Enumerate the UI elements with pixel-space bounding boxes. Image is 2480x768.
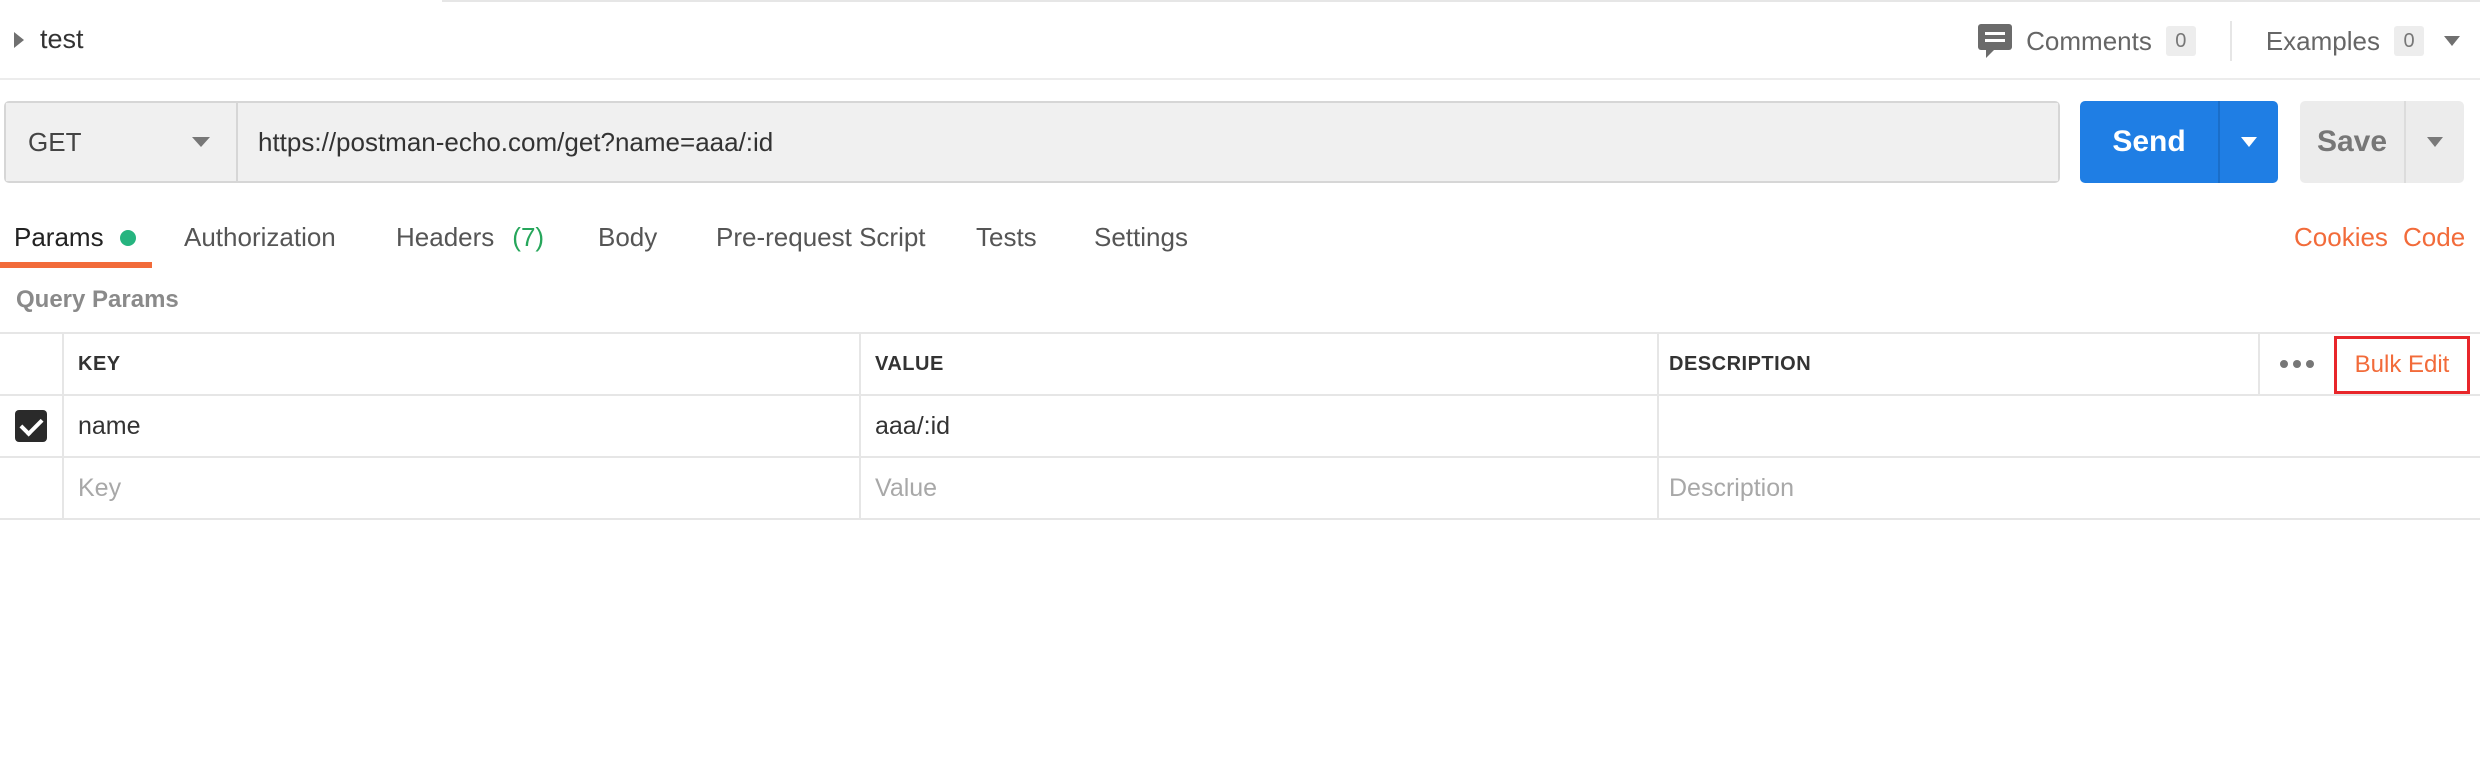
request-tabs: Params Authorization Headers (7) Body Pr…	[0, 212, 2480, 268]
save-group: Save	[2300, 101, 2464, 183]
tab-label: Settings	[1094, 222, 1188, 252]
send-options-button[interactable]	[2218, 101, 2278, 183]
key-column-header: KEY	[64, 334, 861, 394]
request-name[interactable]: test	[14, 24, 84, 55]
save-button[interactable]: Save	[2300, 101, 2404, 183]
bulk-edit-button[interactable]: Bulk Edit	[2334, 336, 2470, 394]
query-params-table: KEY VALUE DESCRIPTION Bulk Edit name aaa…	[0, 332, 2480, 520]
examples-count-badge: 0	[2394, 26, 2424, 56]
description-column-header: DESCRIPTION	[1669, 352, 1812, 375]
more-dot-icon	[2293, 360, 2301, 368]
send-button[interactable]: Send	[2080, 101, 2218, 183]
param-value-cell[interactable]: aaa/:id	[861, 396, 1659, 456]
tab-headers[interactable]: Headers (7)	[396, 222, 544, 253]
comments-button[interactable]: Comments 0	[1978, 21, 2232, 61]
examples-label: Examples	[2265, 25, 2380, 56]
caret-right-icon[interactable]	[14, 31, 24, 48]
request-builder: test Comments 0 Examples 0 GET Send	[0, 0, 2480, 768]
comments-label: Comments	[2026, 25, 2152, 56]
more-dot-icon	[2306, 360, 2314, 368]
examples-button[interactable]: Examples 0	[2232, 21, 2460, 61]
more-options-button[interactable]	[2258, 334, 2334, 394]
new-description-input[interactable]: Description	[1659, 458, 2480, 518]
table-row: name aaa/:id	[0, 396, 2480, 458]
checkbox-checked[interactable]	[15, 410, 47, 442]
method-label: GET	[28, 126, 82, 157]
headers-count: (7)	[512, 222, 545, 252]
comments-count-badge: 0	[2165, 26, 2196, 56]
tab-label: Pre-request Script	[716, 222, 926, 252]
tab-label: Params	[14, 222, 104, 252]
header-check-cell	[0, 334, 64, 394]
send-group: Send	[2080, 101, 2278, 183]
tab-body[interactable]: Body	[598, 222, 657, 253]
tab-label: Tests	[976, 222, 1037, 252]
tab-authorization[interactable]: Authorization	[184, 222, 336, 253]
more-dot-icon	[2280, 360, 2288, 368]
status-dot-icon	[119, 229, 136, 246]
url-row: GET Send Save	[4, 101, 2464, 183]
param-description-cell[interactable]	[1659, 396, 2480, 456]
tab-label: Headers	[396, 222, 495, 252]
row-check-cell	[0, 396, 64, 456]
tab-label: Body	[598, 222, 658, 252]
tab-settings[interactable]: Settings	[1094, 222, 1188, 253]
comment-icon	[1978, 24, 2013, 58]
url-input[interactable]	[238, 103, 2058, 181]
new-key-input[interactable]: Key	[64, 458, 861, 518]
request-header: test Comments 0 Examples 0	[0, 0, 2480, 80]
chevron-down-icon	[2427, 137, 2443, 147]
url-bar: GET	[4, 101, 2060, 183]
table-row-new: Key Value Description	[0, 458, 2480, 520]
tab-label: Authorization	[184, 222, 336, 252]
header-actions: Comments 0 Examples 0	[1978, 20, 2460, 62]
tab-params[interactable]: Params	[14, 222, 136, 253]
param-key-cell[interactable]: name	[64, 396, 861, 456]
method-select[interactable]: GET	[6, 103, 238, 181]
new-value-input[interactable]: Value	[861, 458, 1659, 518]
code-link[interactable]: Code	[2403, 222, 2465, 253]
chevron-down-icon	[192, 137, 210, 147]
save-options-button[interactable]	[2404, 101, 2464, 183]
tab-tests[interactable]: Tests	[976, 222, 1037, 253]
request-title[interactable]: test	[40, 24, 84, 55]
value-column-header: VALUE	[861, 334, 1659, 394]
chevron-down-icon[interactable]	[2444, 36, 2460, 46]
active-tab-indicator	[0, 262, 152, 268]
tab-pre-request-script[interactable]: Pre-request Script	[716, 222, 926, 253]
table-header-row: KEY VALUE DESCRIPTION Bulk Edit	[0, 334, 2480, 396]
row-check-cell	[0, 458, 64, 518]
chevron-down-icon	[2241, 137, 2257, 147]
query-params-title: Query Params	[16, 286, 179, 313]
cookies-link[interactable]: Cookies	[2294, 222, 2388, 253]
